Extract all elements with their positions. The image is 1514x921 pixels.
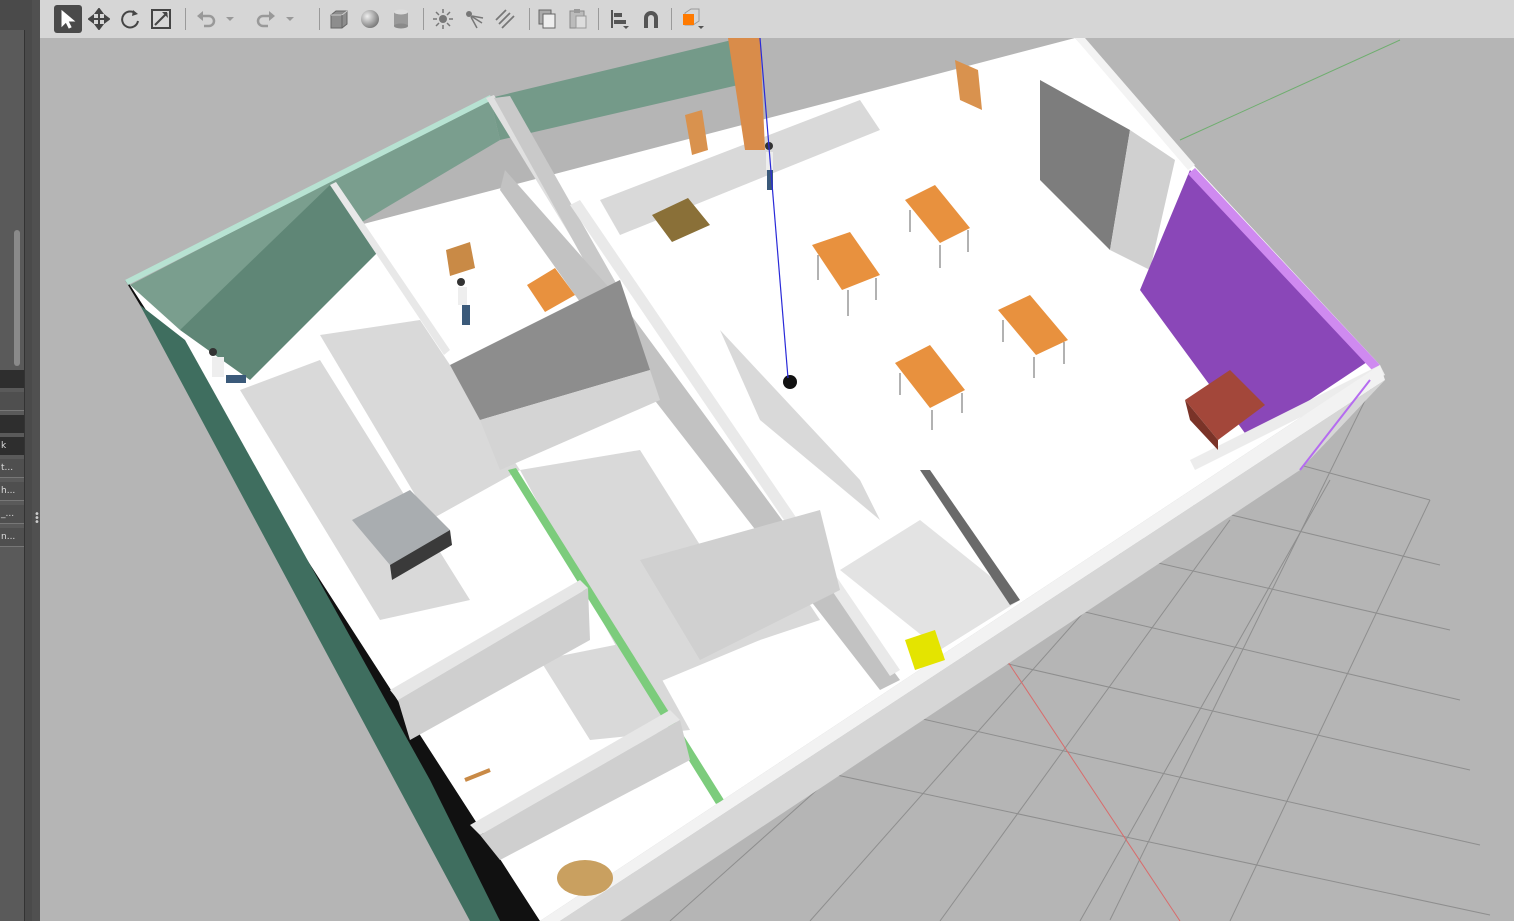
undo-button[interactable] <box>192 5 220 33</box>
move-arrows-icon <box>88 8 110 30</box>
tree-row-5[interactable]: n... <box>0 528 24 547</box>
spot-light-icon <box>466 11 484 29</box>
translate-mode-button[interactable] <box>85 5 113 33</box>
toolbar-separator <box>185 8 186 30</box>
view-angle-button[interactable] <box>678 5 706 33</box>
tree-row-1[interactable]: k <box>0 437 24 455</box>
redo-history-button[interactable] <box>283 5 297 33</box>
view-cube-icon <box>683 8 704 29</box>
panel-scrollbar[interactable] <box>14 230 20 366</box>
sphere-shape-button[interactable] <box>356 5 384 33</box>
paste-icon <box>569 9 587 29</box>
chevron-down-icon <box>286 17 294 21</box>
cylinder-icon <box>394 9 408 29</box>
rotate-icon <box>121 10 139 29</box>
tree-row-2[interactable]: t... <box>0 459 24 478</box>
directional-light-button[interactable] <box>491 5 519 33</box>
scale-mode-button[interactable] <box>147 5 175 33</box>
spot-light-button[interactable] <box>460 5 488 33</box>
redo-icon <box>256 11 275 28</box>
directional-light-icon <box>495 9 515 29</box>
toolbar-separator <box>529 8 530 30</box>
tree-row-blank-2[interactable] <box>0 392 24 411</box>
cylinder-shape-button[interactable] <box>387 5 415 33</box>
point-light-icon <box>433 9 453 29</box>
align-icon <box>611 10 629 29</box>
3d-viewport[interactable] <box>40 38 1514 921</box>
redo-button[interactable] <box>252 5 280 33</box>
world-tree: k t... h... _... n... <box>0 370 24 551</box>
tree-row-blank-3[interactable] <box>0 415 24 433</box>
scene-render[interactable] <box>40 38 1514 921</box>
toolbar-separator <box>319 8 320 30</box>
toolbar-separator <box>671 8 672 30</box>
paste-button[interactable] <box>564 5 592 33</box>
panel-splitter[interactable] <box>32 0 40 921</box>
copy-icon <box>538 9 556 29</box>
undo-history-button[interactable] <box>223 5 237 33</box>
tree-row-3[interactable]: h... <box>0 482 24 501</box>
chevron-down-icon <box>226 17 234 21</box>
magnet-icon <box>644 11 658 28</box>
box-shape-button[interactable] <box>325 5 353 33</box>
tree-row-4[interactable]: _... <box>0 505 24 524</box>
toolbar <box>40 0 1514 39</box>
tree-row-blank-1[interactable] <box>0 370 24 388</box>
copy-button[interactable] <box>533 5 561 33</box>
toolbar-separator <box>423 8 424 30</box>
barrel <box>557 860 613 896</box>
select-mode-button[interactable] <box>54 5 82 33</box>
cursor-arrow-icon <box>61 9 76 29</box>
scale-icon <box>151 9 171 29</box>
box-icon <box>330 10 348 29</box>
snap-button[interactable] <box>637 5 665 33</box>
undo-icon <box>197 11 216 28</box>
sphere-icon <box>361 10 379 28</box>
rotate-mode-button[interactable] <box>116 5 144 33</box>
point-light-button[interactable] <box>429 5 457 33</box>
toolbar-separator <box>598 8 599 30</box>
robot <box>783 375 797 389</box>
align-button[interactable] <box>606 5 634 33</box>
